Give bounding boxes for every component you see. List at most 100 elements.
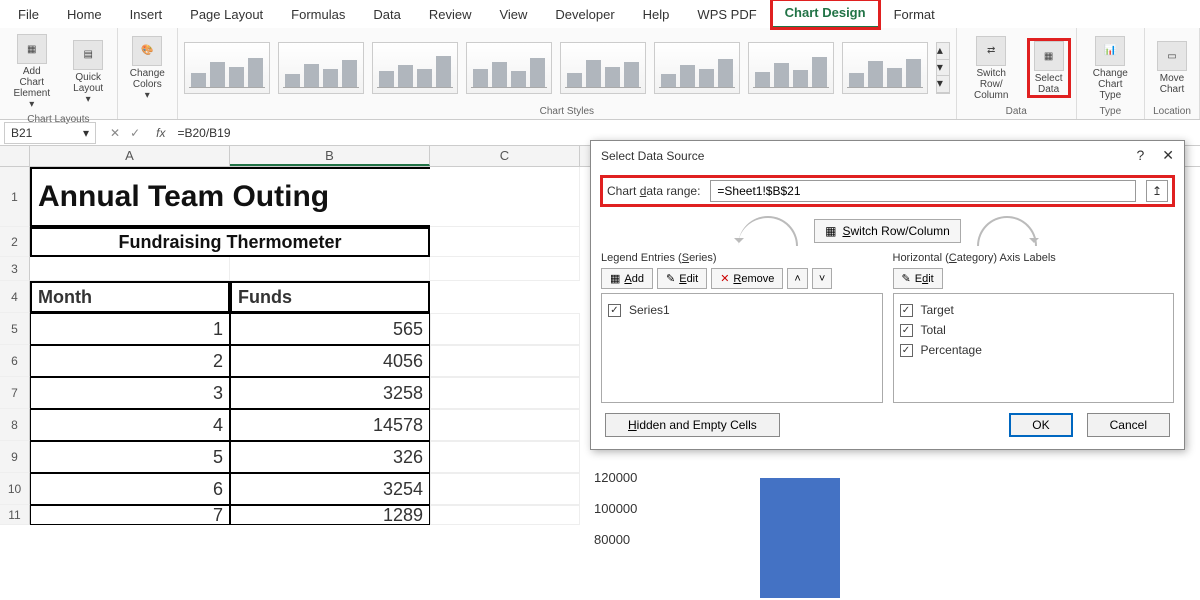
chart-data-range-input[interactable] <box>710 180 1136 202</box>
collapse-range-icon[interactable]: ↥ <box>1146 180 1168 202</box>
cell-C8[interactable] <box>430 409 580 441</box>
cell-title[interactable]: Annual Team Outing <box>30 167 430 227</box>
cell-A11[interactable]: 7 <box>30 505 230 525</box>
cell-B7[interactable]: 3258 <box>230 377 430 409</box>
row-header-10[interactable]: 10 <box>0 473 30 505</box>
chart-style-2[interactable] <box>278 42 364 94</box>
name-box[interactable]: B21 ▾ <box>4 122 96 144</box>
cell-C5[interactable] <box>430 313 580 345</box>
dialog-help-icon[interactable]: ? <box>1136 147 1144 164</box>
row-header-2[interactable]: 2 <box>0 227 30 257</box>
cell-B3[interactable] <box>230 257 430 281</box>
add-series-button[interactable]: ▦Add <box>601 268 653 289</box>
tab-format[interactable]: Format <box>880 1 949 28</box>
tab-data[interactable]: Data <box>359 1 414 28</box>
select-all-corner[interactable] <box>0 146 30 166</box>
cell-B6[interactable]: 4056 <box>230 345 430 377</box>
switch-row-column-dialog-button[interactable]: ▦ Switch Row/Column <box>814 219 961 243</box>
tab-insert[interactable]: Insert <box>116 1 177 28</box>
cell-header-funds[interactable]: Funds <box>230 281 430 313</box>
change-colors-button[interactable]: 🎨 ChangeColors ▾ <box>124 34 171 103</box>
cell-A3[interactable] <box>30 257 230 281</box>
checkbox-checked-icon[interactable]: ✓ <box>900 304 913 317</box>
move-down-button[interactable]: ˅ <box>812 268 832 289</box>
row-header-5[interactable]: 5 <box>0 313 30 345</box>
tab-wps-pdf[interactable]: WPS PDF <box>683 1 770 28</box>
cancel-formula-icon[interactable]: ✕ <box>110 126 120 140</box>
move-chart-button[interactable]: ▭ MoveChart <box>1151 39 1193 97</box>
cell-C2[interactable] <box>430 227 580 257</box>
move-up-button[interactable]: ˄ <box>787 268 807 289</box>
col-header-B[interactable]: B <box>230 146 430 166</box>
tab-file[interactable]: File <box>4 1 53 28</box>
tab-help[interactable]: Help <box>629 1 684 28</box>
cell-C1[interactable] <box>430 167 580 227</box>
row-header-9[interactable]: 9 <box>0 441 30 473</box>
row-header-6[interactable]: 6 <box>0 345 30 377</box>
select-data-button[interactable]: ▦ SelectData <box>1028 39 1070 97</box>
chart-style-4[interactable] <box>466 42 552 94</box>
chart-style-7[interactable] <box>748 42 834 94</box>
cell-B11[interactable]: 1289 <box>230 505 430 525</box>
cell-header-month[interactable]: Month <box>30 281 230 313</box>
cell-C6[interactable] <box>430 345 580 377</box>
switch-row-column-button[interactable]: ⇄ Switch Row/Column <box>963 34 1020 103</box>
cell-C9[interactable] <box>430 441 580 473</box>
tab-developer[interactable]: Developer <box>541 1 628 28</box>
remove-series-button[interactable]: ✕Remove <box>711 268 783 289</box>
dialog-close-icon[interactable]: ✕ <box>1162 147 1174 164</box>
style-gallery-scroll[interactable]: ▴▾▾ <box>936 42 950 94</box>
category-list[interactable]: ✓Target ✓Total ✓Percentage <box>893 293 1175 403</box>
series-list[interactable]: ✓ Series1 <box>601 293 883 403</box>
cell-B10[interactable]: 3254 <box>230 473 430 505</box>
row-header-4[interactable]: 4 <box>0 281 30 313</box>
row-header-3[interactable]: 3 <box>0 257 30 281</box>
series-row-1[interactable]: ✓ Series1 <box>608 300 876 320</box>
chart-style-6[interactable] <box>654 42 740 94</box>
quick-layout-button[interactable]: ▤ QuickLayout ▾ <box>66 38 111 107</box>
tab-home[interactable]: Home <box>53 1 116 28</box>
chart-preview[interactable]: 120000 100000 80000 <box>590 470 1170 600</box>
checkbox-checked-icon[interactable]: ✓ <box>608 304 621 317</box>
tab-formulas[interactable]: Formulas <box>277 1 359 28</box>
change-chart-type-button[interactable]: 📊 ChangeChart Type <box>1083 34 1138 103</box>
cell-C4[interactable] <box>430 281 580 313</box>
cell-A10[interactable]: 6 <box>30 473 230 505</box>
tab-chart-design[interactable]: Chart Design <box>771 0 880 29</box>
checkbox-checked-icon[interactable]: ✓ <box>900 344 913 357</box>
cell-C11[interactable] <box>430 505 580 525</box>
formula-input[interactable]: =B20/B19 <box>171 124 1200 142</box>
cell-B9[interactable]: 326 <box>230 441 430 473</box>
category-row-3[interactable]: ✓Percentage <box>900 340 1168 360</box>
add-chart-element-button[interactable]: ▦ Add ChartElement ▾ <box>6 32 58 112</box>
tab-page-layout[interactable]: Page Layout <box>176 1 277 28</box>
tab-view[interactable]: View <box>485 1 541 28</box>
cell-A8[interactable]: 4 <box>30 409 230 441</box>
checkbox-checked-icon[interactable]: ✓ <box>900 324 913 337</box>
row-header-11[interactable]: 11 <box>0 505 30 525</box>
dialog-titlebar[interactable]: Select Data Source ? ✕ <box>591 141 1184 170</box>
category-row-1[interactable]: ✓Target <box>900 300 1168 320</box>
tab-review[interactable]: Review <box>415 1 486 28</box>
category-row-2[interactable]: ✓Total <box>900 320 1168 340</box>
row-header-8[interactable]: 8 <box>0 409 30 441</box>
cell-A5[interactable]: 1 <box>30 313 230 345</box>
chart-style-3[interactable] <box>372 42 458 94</box>
cell-C10[interactable] <box>430 473 580 505</box>
cancel-button[interactable]: Cancel <box>1087 413 1170 437</box>
edit-axis-labels-button[interactable]: ✎Edit <box>893 268 943 289</box>
fx-icon[interactable]: fx <box>150 126 171 140</box>
chart-style-8[interactable] <box>842 42 928 94</box>
cell-B8[interactable]: 14578 <box>230 409 430 441</box>
row-header-7[interactable]: 7 <box>0 377 30 409</box>
cell-A6[interactable]: 2 <box>30 345 230 377</box>
col-header-C[interactable]: C <box>430 146 580 166</box>
edit-series-button[interactable]: ✎Edit <box>657 268 707 289</box>
cell-A7[interactable]: 3 <box>30 377 230 409</box>
chart-style-5[interactable] <box>560 42 646 94</box>
hidden-empty-cells-button[interactable]: Hidden and Empty Cells <box>605 413 780 437</box>
ok-button[interactable]: OK <box>1009 413 1072 437</box>
cell-A9[interactable]: 5 <box>30 441 230 473</box>
cell-subtitle[interactable]: Fundraising Thermometer <box>30 227 430 257</box>
cell-B5[interactable]: 565 <box>230 313 430 345</box>
